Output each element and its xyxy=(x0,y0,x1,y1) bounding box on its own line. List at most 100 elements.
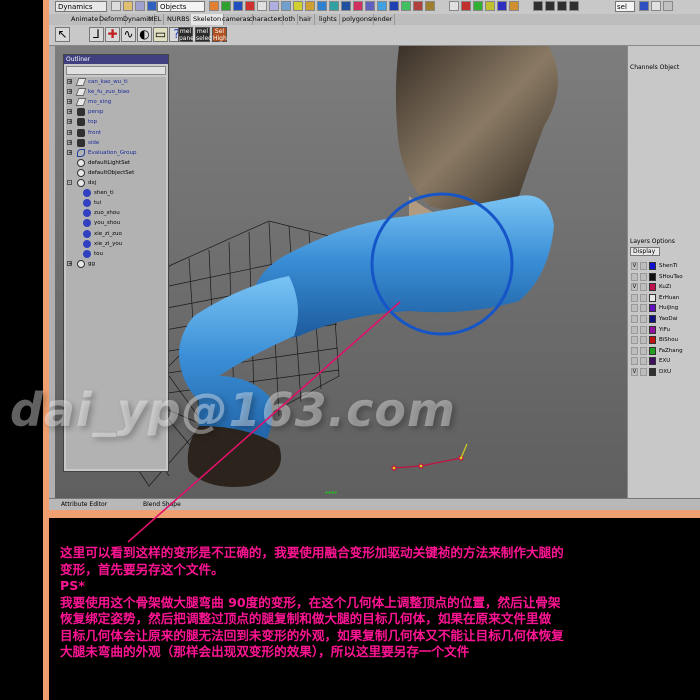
curve-snap-icon[interactable] xyxy=(233,1,243,11)
outliner-item[interactable]: + gg xyxy=(66,259,166,269)
layer-template-toggle[interactable] xyxy=(640,315,647,323)
outliner-item[interactable]: zuo_shou xyxy=(66,208,166,218)
render-globals-icon[interactable] xyxy=(497,1,507,11)
sel-high-button[interactable]: Sel High xyxy=(212,27,227,42)
selection-mask-icon[interactable] xyxy=(147,1,157,11)
select-component-icon[interactable] xyxy=(221,1,231,11)
tab-render[interactable]: render xyxy=(369,14,396,25)
layer-visibility-toggle[interactable]: V xyxy=(631,283,638,292)
open-scene-icon[interactable] xyxy=(123,1,133,11)
layer-item[interactable]: YaoDai xyxy=(630,314,699,324)
save-scene-icon[interactable] xyxy=(135,1,145,11)
layer-item[interactable]: EXU xyxy=(630,356,699,366)
expand-icon[interactable]: + xyxy=(67,260,72,266)
expand-icon[interactable]: + xyxy=(67,119,72,125)
layer-display-dropdown[interactable]: Display xyxy=(630,247,660,256)
layer-template-toggle[interactable] xyxy=(640,336,647,345)
mel-select-button[interactable]: mel select xyxy=(195,27,214,42)
layer-color-swatch[interactable] xyxy=(649,304,656,313)
blend-shape-tab[interactable]: Blend Shape xyxy=(131,500,181,510)
layer-template-toggle[interactable] xyxy=(640,304,647,313)
layer-visibility-toggle[interactable] xyxy=(631,293,638,302)
layer-template-toggle[interactable] xyxy=(640,262,647,270)
layer-item[interactable]: SHouTao xyxy=(630,272,699,282)
snap-curve-icon[interactable] xyxy=(365,1,375,11)
layer-item[interactable]: HuiJing xyxy=(630,303,699,313)
dynamic-icon[interactable] xyxy=(293,1,303,11)
layer-visibility-toggle[interactable] xyxy=(631,325,638,334)
layer-template-toggle[interactable] xyxy=(640,368,647,376)
expand-icon[interactable]: + xyxy=(67,149,72,155)
layer-item[interactable]: YiFu xyxy=(630,325,699,335)
layer-color-swatch[interactable] xyxy=(649,262,656,270)
layer-item[interactable]: FaZhang xyxy=(630,346,699,356)
layer-visibility-toggle[interactable] xyxy=(631,315,638,323)
select-by-type-icon[interactable] xyxy=(209,1,219,11)
layer-color-swatch[interactable] xyxy=(649,283,656,292)
layer-visibility-toggle[interactable]: V xyxy=(631,368,638,376)
outliner-item[interactable]: + mo_xing xyxy=(66,97,166,107)
paint-weights-icon[interactable]: ▭ xyxy=(153,27,168,42)
select-tool-icon[interactable]: ↖ xyxy=(55,27,70,42)
layer-color-swatch[interactable] xyxy=(649,315,656,323)
outliner-item[interactable]: + front xyxy=(66,128,166,138)
outliner-item[interactable]: tui xyxy=(66,198,166,208)
show-tool-settings-icon[interactable] xyxy=(663,1,673,11)
outliner-item[interactable]: tou xyxy=(66,249,166,259)
layer-item[interactable]: BiShou xyxy=(630,335,699,345)
layer-template-toggle[interactable] xyxy=(640,272,647,281)
layer-item[interactable]: V KuZi xyxy=(630,282,699,292)
highlight-icon[interactable] xyxy=(341,1,351,11)
expand-icon[interactable]: + xyxy=(67,139,72,145)
clapper-icon[interactable] xyxy=(533,1,543,11)
show-channel-box-icon[interactable] xyxy=(639,1,649,11)
attribute-editor-tab[interactable]: Attribute Editor xyxy=(49,500,107,510)
layer-color-swatch[interactable] xyxy=(649,325,656,334)
collapse-icon[interactable]: - xyxy=(67,180,72,186)
new-scene-icon[interactable] xyxy=(111,1,121,11)
bind-skin-icon[interactable]: ◐ xyxy=(137,27,152,42)
layer-color-swatch[interactable] xyxy=(649,336,656,345)
misc-icon[interactable] xyxy=(317,1,327,11)
outliner-item[interactable]: + persp xyxy=(66,107,166,117)
outliner-item[interactable]: xie_zi_zuo xyxy=(66,229,166,239)
show-attribute-editor-icon[interactable] xyxy=(651,1,661,11)
tab-nurbs[interactable]: NURBS xyxy=(165,14,193,25)
construction-icon[interactable] xyxy=(425,1,435,11)
outliner-item[interactable]: defaultObjectSet xyxy=(66,168,166,178)
layer-visibility-toggle[interactable] xyxy=(631,357,638,366)
layer-color-swatch[interactable] xyxy=(649,368,656,376)
rendering-icon[interactable] xyxy=(305,1,315,11)
joint-tool-icon[interactable]: ⅃ xyxy=(89,27,104,42)
tab-mel[interactable]: MEL xyxy=(146,14,165,25)
layer-visibility-toggle[interactable] xyxy=(631,304,638,313)
layer-item[interactable]: V DXU xyxy=(630,367,699,377)
outliner-item[interactable]: + side xyxy=(66,138,166,148)
surface-icon[interactable] xyxy=(269,1,279,11)
layer-visibility-toggle[interactable] xyxy=(631,272,638,281)
tab-cloth[interactable]: cloth xyxy=(277,14,299,25)
layer-visibility-toggle[interactable]: V xyxy=(631,262,638,270)
layer-template-toggle[interactable] xyxy=(640,293,647,302)
expand-icon[interactable]: + xyxy=(67,89,72,95)
render-frame-icon[interactable] xyxy=(473,1,483,11)
quick-select-field[interactable]: sel xyxy=(615,1,635,12)
expand-icon[interactable]: + xyxy=(67,109,72,115)
output-ops-icon[interactable] xyxy=(461,1,471,11)
tab-lights[interactable]: lights xyxy=(317,14,340,25)
layer-item[interactable]: V ShenTi xyxy=(630,261,699,271)
snap-grid-icon[interactable] xyxy=(353,1,363,11)
layer-item[interactable]: ErHuan xyxy=(630,293,699,303)
outliner-item[interactable]: + Evaluation_Group xyxy=(66,148,166,158)
outliner-item[interactable]: defaultLightSet xyxy=(66,158,166,168)
layer-template-toggle[interactable] xyxy=(640,325,647,334)
history-icon[interactable] xyxy=(413,1,423,11)
layer-color-swatch[interactable] xyxy=(649,293,656,302)
object-selection-field[interactable]: Objects xyxy=(157,1,205,12)
layer-color-swatch[interactable] xyxy=(649,357,656,366)
outliner-item[interactable]: + can_kao_wu_ti xyxy=(66,77,166,87)
menu-mode-dropdown[interactable]: Dynamics xyxy=(55,1,107,12)
layer-color-swatch[interactable] xyxy=(649,346,656,355)
clapper-batch-icon[interactable] xyxy=(569,1,579,11)
expand-icon[interactable]: + xyxy=(67,99,72,105)
